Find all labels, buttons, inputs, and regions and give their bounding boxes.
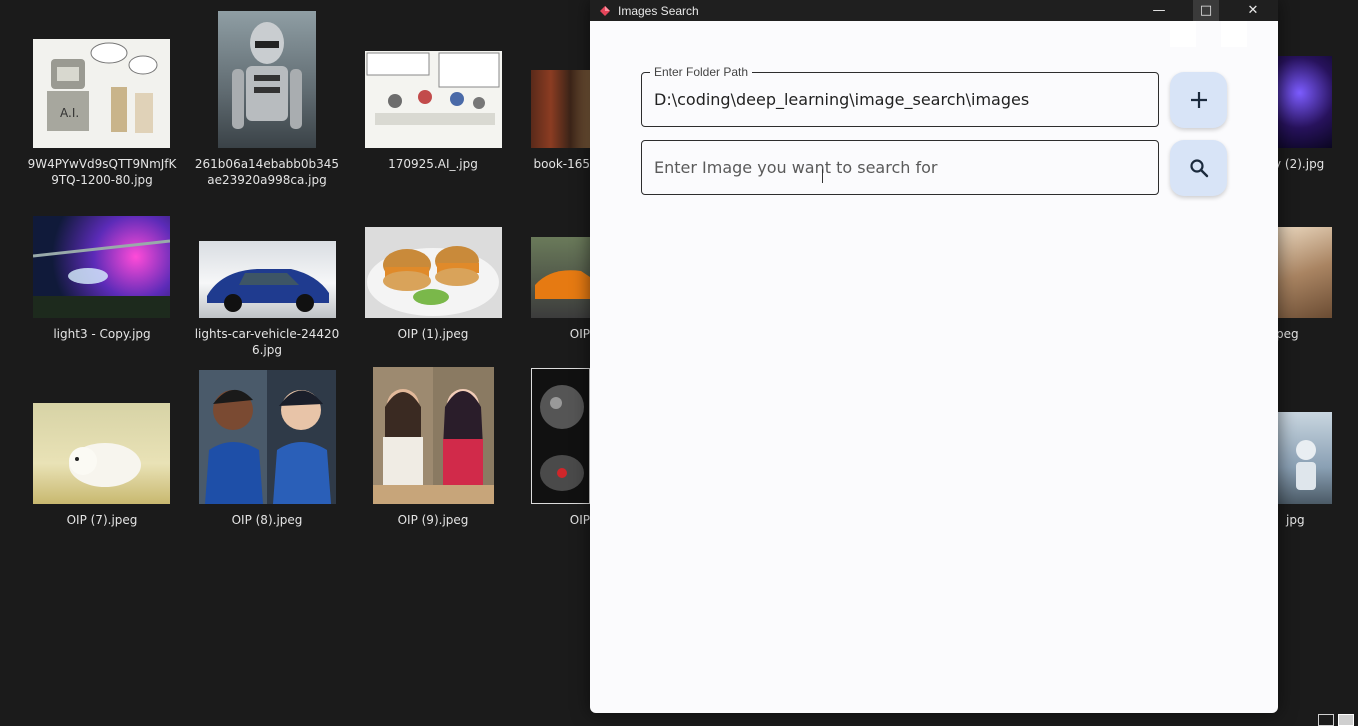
file-thumbnail bbox=[1278, 56, 1332, 148]
file-thumbnail bbox=[33, 403, 170, 504]
file-thumbnail bbox=[531, 237, 590, 318]
search-icon bbox=[1189, 159, 1208, 178]
folder-path-label: Enter Folder Path bbox=[650, 65, 753, 79]
hover-ghost bbox=[1221, 21, 1247, 47]
app-logo-icon bbox=[600, 5, 610, 16]
file-name: 9W4PYwVd9sQTT9NmJfK9TQ-1200-80.jpg bbox=[27, 157, 177, 187]
image-search-placeholder[interactable]: Enter Image you want to search for bbox=[654, 158, 937, 177]
file-name: light3 - Copy.jpg bbox=[53, 327, 151, 341]
file-thumbnail bbox=[1278, 412, 1332, 504]
search-button[interactable] bbox=[1170, 140, 1227, 196]
large-icons-view-icon[interactable] bbox=[1338, 714, 1354, 726]
maximize-icon: □ bbox=[1199, 3, 1213, 18]
file-thumbnail: A.I. bbox=[33, 39, 170, 148]
view-toggle-group bbox=[1318, 714, 1354, 726]
add-folder-button[interactable] bbox=[1170, 72, 1227, 128]
file-name: OIP bbox=[569, 513, 590, 527]
file-thumbnail bbox=[531, 70, 590, 148]
file-name: book-165 bbox=[533, 157, 590, 171]
title-bar[interactable]: Images Search — □ ✕ bbox=[590, 0, 1278, 21]
file-name: OIP (7).jpeg bbox=[66, 513, 138, 527]
close-button[interactable]: ✕ bbox=[1240, 0, 1266, 21]
plus-icon bbox=[1190, 92, 1207, 108]
images-search-window: Images Search — □ ✕ Enter Folder Path D:… bbox=[590, 0, 1278, 713]
minimize-button[interactable]: — bbox=[1146, 0, 1172, 21]
file-name: OIP (8).jpeg bbox=[231, 513, 303, 527]
file-thumbnail bbox=[199, 241, 336, 318]
file-name: OIP bbox=[569, 327, 590, 341]
file-name: lights-car-vehicle-244206.jpg bbox=[194, 327, 340, 357]
file-name: jpg bbox=[1286, 513, 1305, 527]
file-thumbnail bbox=[531, 368, 590, 504]
file-thumbnail bbox=[199, 370, 336, 504]
text-cursor bbox=[822, 169, 823, 183]
folder-path-field[interactable]: Enter Folder Path D:\coding\deep_learnin… bbox=[641, 65, 1159, 127]
details-view-icon[interactable] bbox=[1318, 714, 1334, 726]
file-thumbnail bbox=[373, 367, 494, 504]
window-title: Images Search bbox=[618, 3, 699, 18]
file-thumbnail bbox=[33, 216, 170, 318]
hover-ghost bbox=[1170, 21, 1196, 47]
folder-path-value[interactable]: D:\coding\deep_learning\image_search\ima… bbox=[654, 90, 1029, 109]
image-search-field[interactable]: Enter Image you want to search for bbox=[641, 140, 1159, 195]
maximize-button[interactable]: □ bbox=[1193, 0, 1219, 21]
svg-text:A.I.: A.I. bbox=[60, 106, 79, 120]
file-thumbnail bbox=[1278, 227, 1332, 318]
file-thumbnail bbox=[365, 51, 502, 148]
file-thumbnail bbox=[365, 227, 502, 318]
file-name: y (2).jpg bbox=[1274, 157, 1325, 171]
close-icon: ✕ bbox=[1247, 3, 1259, 18]
file-thumbnail bbox=[218, 11, 316, 148]
file-name: peg bbox=[1276, 327, 1299, 341]
minimize-icon: — bbox=[1152, 3, 1166, 18]
file-name: 261b06a14ebabb0b345ae23920a998ca.jpg bbox=[194, 157, 340, 187]
